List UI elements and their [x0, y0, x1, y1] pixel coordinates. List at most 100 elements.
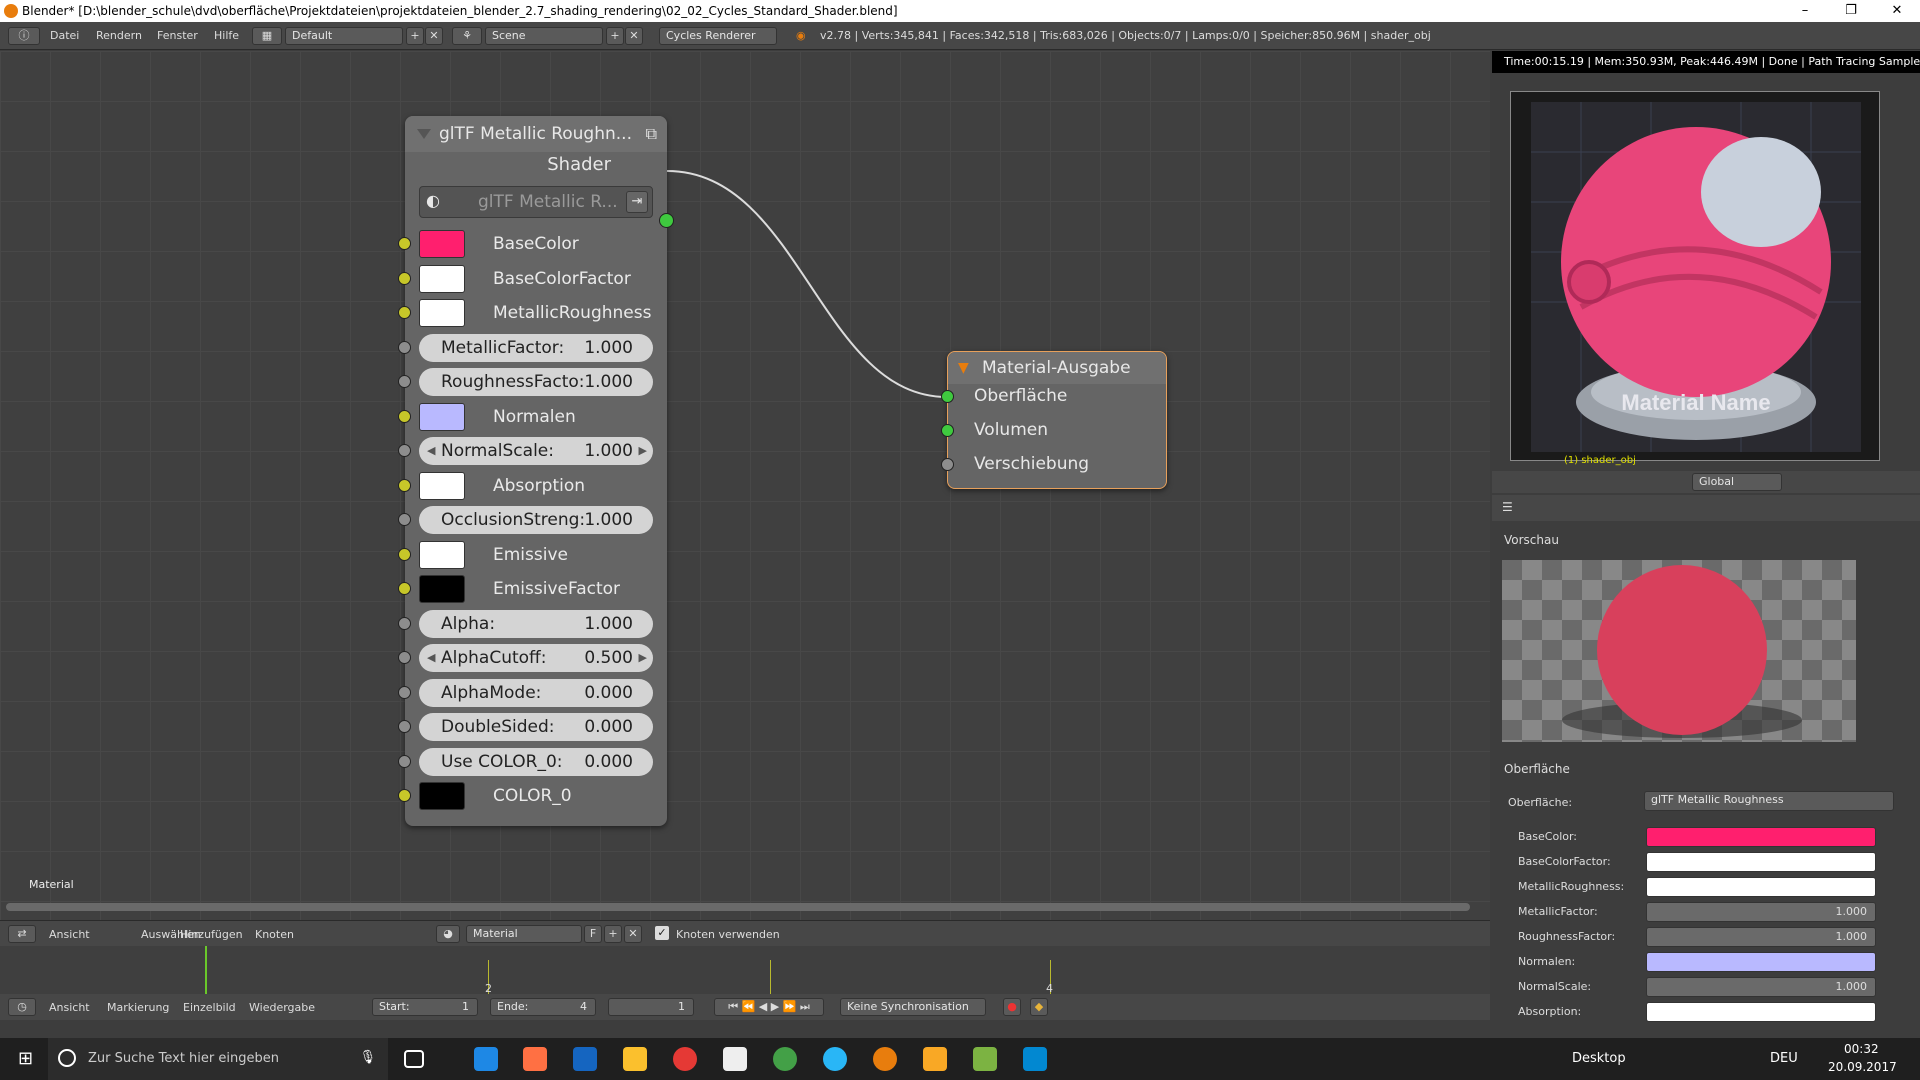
input-socket[interactable] [398, 513, 411, 526]
property-value-field[interactable]: 1.000 [1646, 927, 1876, 947]
current-frame-field[interactable]: 1 [608, 998, 694, 1016]
use-nodes-checkbox[interactable]: ✓ [655, 926, 669, 940]
property-color-field[interactable] [1646, 877, 1876, 897]
color-swatch[interactable] [419, 471, 465, 500]
input-socket[interactable] [398, 720, 411, 733]
sync-select[interactable]: Keine Synchronisation [840, 998, 986, 1016]
collapse-arrow-icon[interactable]: ▼ [958, 352, 969, 384]
color-swatch[interactable] [419, 230, 465, 258]
node-group-selector[interactable]: ◐ glTF Metallic R... ⇥ [419, 186, 653, 218]
node-header[interactable]: glTF Metallic Roughn... ⧉ [405, 116, 667, 152]
node-group-icon[interactable]: ⧉ [646, 116, 657, 152]
taskbar-search-box[interactable]: Zur Suche Text hier eingeben 🎙 [48, 1038, 388, 1080]
task-view-icon[interactable] [404, 1050, 424, 1068]
maximize-button[interactable]: ❐ [1828, 0, 1874, 22]
blender-taskbar-icon[interactable] [873, 1047, 897, 1071]
decrement-arrow-icon[interactable]: ◀ [427, 644, 435, 672]
color-swatch[interactable] [419, 782, 465, 810]
tl-menu-einzelbild[interactable]: Einzelbild [183, 1001, 236, 1014]
input-socket[interactable] [398, 789, 411, 802]
menu-hinzufuegen[interactable]: Hinzufügen [180, 928, 243, 941]
layout-field[interactable]: Default [285, 27, 403, 45]
editor-type-info-icon[interactable]: ⓘ [8, 27, 40, 45]
input-socket[interactable] [398, 340, 411, 354]
opera-icon[interactable] [673, 1047, 697, 1071]
displacement-input-socket[interactable] [941, 458, 954, 471]
menu-ansicht[interactable]: Ansicht [49, 928, 90, 941]
value-slider[interactable]: Alpha: 1.000 [419, 609, 653, 638]
value-slider[interactable]: AlphaCutoff: 0.500 ◀ ▶ [419, 644, 653, 672]
microphone-icon[interactable]: 🎙 [359, 1050, 376, 1065]
input-socket[interactable] [398, 409, 411, 423]
menu-datei[interactable]: Datei [50, 22, 79, 50]
properties-editor-icon[interactable]: ☰ [1502, 500, 1513, 514]
decrement-arrow-icon[interactable]: ◀ [427, 437, 435, 465]
increment-arrow-icon[interactable]: ▶ [639, 437, 647, 465]
timeline-area[interactable]: 2 4 [0, 946, 1490, 995]
gltf-shader-node[interactable]: glTF Metallic Roughn... ⧉ Shader ◐ glTF … [398, 116, 674, 826]
value-slider[interactable]: MetallicFactor: 1.000 [419, 333, 653, 362]
tl-menu-ansicht[interactable]: Ansicht [49, 1001, 90, 1014]
add-layout-button[interactable]: + [406, 27, 424, 45]
color-swatch[interactable] [419, 402, 465, 431]
property-value-field[interactable]: 1.000 [1646, 902, 1876, 922]
property-color-field[interactable] [1646, 1002, 1876, 1022]
timeline-editor-icon[interactable]: ◷ [8, 998, 36, 1016]
property-color-field[interactable] [1646, 852, 1876, 872]
input-socket[interactable] [398, 685, 411, 699]
color-swatch[interactable] [419, 575, 465, 603]
file-explorer-icon[interactable] [623, 1047, 647, 1071]
render-engine-select[interactable]: Cycles Renderer [659, 27, 777, 45]
scene-icon[interactable]: ⚘ [452, 27, 482, 45]
surface-shader-select[interactable]: glTF Metallic Roughness [1644, 791, 1894, 811]
menu-hilfe[interactable]: Hilfe [214, 22, 239, 50]
volume-input-socket[interactable] [941, 424, 954, 437]
horizontal-scrollbar[interactable] [6, 903, 1470, 911]
input-socket[interactable] [398, 237, 411, 250]
input-socket[interactable] [398, 444, 411, 457]
menu-fenster[interactable]: Fenster [157, 22, 198, 50]
current-frame-marker[interactable] [205, 946, 207, 994]
input-socket[interactable] [398, 478, 411, 492]
remove-layout-button[interactable]: ✕ [425, 27, 443, 45]
chrome-icon[interactable] [773, 1047, 797, 1071]
app-icon[interactable] [923, 1047, 947, 1071]
property-value-field[interactable]: 1.000 [1646, 977, 1876, 997]
node-header[interactable]: ▼ Material-Ausgabe [948, 352, 1166, 384]
value-slider[interactable]: Use COLOR_0: 0.000 [419, 747, 653, 776]
collapse-arrow-icon[interactable] [417, 129, 431, 139]
color-swatch[interactable] [419, 540, 465, 569]
clock-time[interactable]: 00:32 [1844, 1042, 1879, 1056]
input-socket[interactable] [398, 616, 411, 630]
screen-layout-icon[interactable]: ▦ [252, 27, 282, 45]
property-color-field[interactable] [1646, 827, 1876, 847]
value-slider[interactable]: DoubleSided: 0.000 [419, 713, 653, 741]
remove-material-button[interactable]: ✕ [624, 925, 642, 943]
input-socket[interactable] [398, 754, 411, 768]
vorschau-header[interactable]: Vorschau [1504, 533, 1559, 547]
fake-user-button[interactable]: F [584, 925, 602, 943]
oberflaeche-header[interactable]: Oberfläche [1504, 762, 1570, 776]
input-socket[interactable] [398, 582, 411, 595]
node-editor[interactable]: glTF Metallic Roughn... ⧉ Shader ◐ glTF … [0, 51, 1490, 920]
desktop-label[interactable]: Desktop [1572, 1051, 1626, 1066]
language-indicator[interactable]: DEU [1770, 1051, 1798, 1066]
menu-rendern[interactable]: Rendern [96, 22, 142, 50]
end-frame-field[interactable]: Ende: 4 [490, 998, 596, 1016]
color-swatch[interactable] [419, 299, 465, 327]
remove-scene-button[interactable]: ✕ [625, 27, 643, 45]
property-color-field[interactable] [1646, 952, 1876, 972]
notepad-icon[interactable] [973, 1047, 997, 1071]
input-socket[interactable] [398, 271, 411, 285]
render-viewport[interactable]: Material Name [1510, 91, 1880, 461]
input-socket[interactable] [398, 375, 411, 388]
store-icon[interactable] [723, 1047, 747, 1071]
value-slider[interactable]: RoughnessFacto: 1.000 [419, 368, 653, 396]
menu-knoten[interactable]: Knoten [255, 928, 294, 941]
value-slider[interactable]: NormalScale: 1.000 ◀ ▶ [419, 437, 653, 465]
firefox-icon[interactable] [523, 1047, 547, 1071]
playback-controls[interactable]: ⏮ ⏪ ◀ ▶ ⏩ ⏭ [714, 998, 824, 1016]
input-socket[interactable] [398, 306, 411, 319]
transform-orientation-select[interactable]: Global [1692, 473, 1782, 491]
scene-field[interactable]: Scene [485, 27, 603, 45]
